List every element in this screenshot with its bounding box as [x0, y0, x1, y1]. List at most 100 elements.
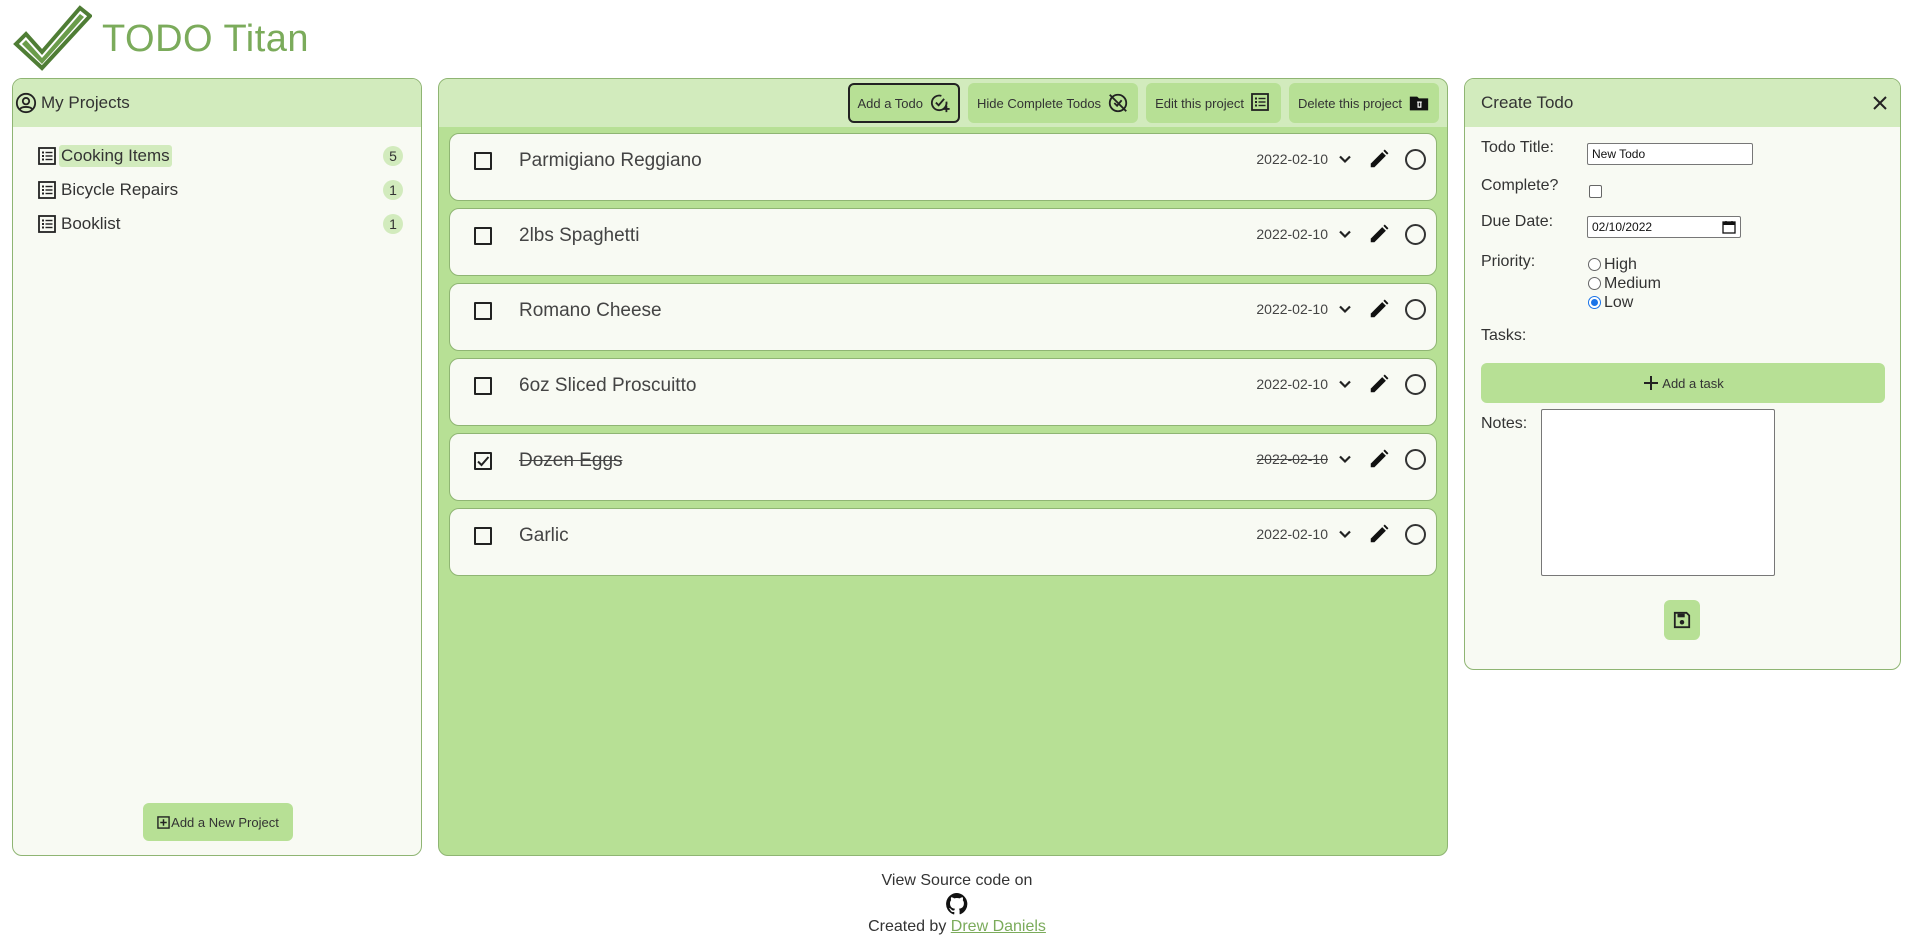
todo-title: Dozen Eggs [519, 450, 623, 471]
priority-radio-group: High Medium Low [1588, 255, 1661, 312]
todo-checkbox[interactable] [474, 227, 492, 245]
priority-option-high[interactable]: High [1588, 255, 1661, 274]
todo-item[interactable]: 6oz Sliced Proscuitto 2022-02-10 [449, 358, 1437, 426]
radio-button[interactable] [1588, 277, 1601, 290]
plus-square-icon [157, 815, 170, 829]
priority-option-medium[interactable]: Medium [1588, 274, 1661, 293]
project-item-bicycle-repairs[interactable]: Bicycle Repairs 1 [37, 173, 403, 207]
add-todo-button[interactable]: Add a Todo [848, 83, 960, 123]
notes-textarea[interactable] [1541, 409, 1775, 576]
hide-complete-label: Hide Complete Todos [977, 95, 1102, 111]
add-todo-label: Add a Todo [857, 95, 923, 111]
priority-indicator [1405, 148, 1426, 170]
calendar-icon[interactable] [1722, 220, 1736, 234]
priority-indicator [1405, 223, 1426, 245]
checkmark-icon [477, 456, 490, 467]
create-todo-title: Create Todo [1481, 93, 1574, 112]
projects-panel: My Projects Cooking Items 5 Bicycle Repa… [12, 78, 422, 856]
todo-item[interactable]: Garlic 2022-02-10 [449, 508, 1437, 576]
chevron-down-icon[interactable] [1336, 525, 1354, 543]
todo-controls: 2022-02-10 [1256, 448, 1426, 470]
created-by-label: Created by [868, 918, 947, 935]
priority-indicator [1405, 298, 1426, 320]
project-item-booklist[interactable]: Booklist 1 [37, 207, 403, 241]
chevron-down-icon[interactable] [1336, 150, 1354, 168]
todo-title: 6oz Sliced Proscuitto [519, 375, 697, 396]
todo-checkbox[interactable] [474, 527, 492, 545]
pencil-icon[interactable] [1368, 448, 1390, 470]
radio-button[interactable] [1588, 258, 1601, 271]
radio-button-selected[interactable] [1588, 296, 1601, 309]
chevron-down-icon[interactable] [1336, 450, 1354, 468]
todo-date: 2022-02-10 [1256, 151, 1328, 167]
pencil-icon[interactable] [1368, 298, 1390, 320]
notes-label: Notes: [1481, 415, 1528, 432]
create-todo-panel: Create Todo Todo Title: Complete? Due Da… [1464, 78, 1901, 670]
folder-delete-icon [1408, 92, 1430, 114]
save-button[interactable] [1664, 600, 1700, 640]
todo-checkbox[interactable] [474, 152, 492, 170]
todo-date: 2022-02-10 [1256, 451, 1328, 467]
footer: View Source code on Created by Drew Dani… [0, 870, 1914, 938]
todo-item[interactable]: Parmigiano Reggiano 2022-02-10 [449, 133, 1437, 201]
add-task-button[interactable]: Add a task [1481, 363, 1885, 403]
priority-option-label: High [1604, 255, 1637, 273]
list-edit-icon [1250, 92, 1272, 114]
delete-project-label: Delete this project [1297, 95, 1402, 111]
todo-date: 2022-02-10 [1256, 301, 1328, 317]
todo-item[interactable]: Romano Cheese 2022-02-10 [449, 283, 1437, 351]
projects-header: My Projects [13, 79, 421, 127]
pencil-icon[interactable] [1368, 223, 1390, 245]
todo-title-input[interactable] [1587, 143, 1753, 165]
pencil-icon[interactable] [1368, 373, 1390, 395]
todo-controls: 2022-02-10 [1256, 373, 1426, 395]
pencil-icon[interactable] [1368, 523, 1390, 545]
hide-check-icon [1107, 92, 1129, 114]
todo-checkbox[interactable] [474, 377, 492, 395]
save-icon [1673, 611, 1691, 629]
pencil-icon[interactable] [1368, 148, 1390, 170]
todo-item[interactable]: Dozen Eggs 2022-02-10 [449, 433, 1437, 501]
todo-controls: 2022-02-10 [1256, 148, 1426, 170]
priority-indicator [1405, 448, 1426, 470]
due-date-value: 02/10/2022 [1592, 220, 1653, 234]
due-date-input[interactable]: 02/10/2022 [1587, 216, 1741, 238]
hide-complete-button[interactable]: Hide Complete Todos [968, 83, 1139, 123]
checkmark-logo-icon [13, 5, 92, 71]
chevron-down-icon[interactable] [1336, 375, 1354, 393]
todo-controls: 2022-02-10 [1256, 523, 1426, 545]
edit-project-button[interactable]: Edit this project [1146, 83, 1281, 123]
priority-option-low[interactable]: Low [1588, 293, 1661, 312]
todo-controls: 2022-02-10 [1256, 223, 1426, 245]
todo-list: Parmigiano Reggiano 2022-02-10 2lbs Spag… [439, 127, 1447, 589]
project-count-badge: 1 [383, 214, 403, 234]
project-name: Bicycle Repairs [61, 180, 179, 199]
user-circle-icon [15, 92, 37, 114]
close-icon[interactable] [1870, 93, 1890, 113]
todo-checkbox[interactable] [474, 302, 492, 320]
todo-date: 2022-02-10 [1256, 526, 1328, 542]
todo-title: 2lbs Spaghetti [519, 225, 640, 246]
todo-controls: 2022-02-10 [1256, 298, 1426, 320]
chevron-down-icon[interactable] [1336, 300, 1354, 318]
todo-checkbox-checked[interactable] [474, 452, 492, 470]
delete-project-button[interactable]: Delete this project [1288, 83, 1439, 123]
todo-item[interactable]: 2lbs Spaghetti 2022-02-10 [449, 208, 1437, 276]
add-project-button[interactable]: Add a New Project [143, 803, 293, 841]
todo-title-label: Todo Title: [1481, 139, 1554, 156]
due-date-label: Due Date: [1481, 213, 1554, 230]
todo-date: 2022-02-10 [1256, 226, 1328, 242]
project-item-cooking-items[interactable]: Cooking Items 5 [37, 139, 403, 173]
app-title: TODO Titan [102, 17, 310, 60]
github-link[interactable] [0, 892, 1914, 916]
project-list: Cooking Items 5 Bicycle Repairs 1 Bookli… [13, 127, 421, 241]
todo-title: Parmigiano Reggiano [519, 150, 702, 171]
author-link[interactable]: Drew Daniels [951, 918, 1046, 935]
priority-option-label: Low [1604, 293, 1634, 311]
add-check-circle-icon [929, 92, 951, 114]
project-name: Cooking Items [59, 145, 172, 167]
complete-label: Complete? [1481, 177, 1559, 194]
app-logo: TODO Titan [12, 4, 309, 72]
chevron-down-icon[interactable] [1336, 225, 1354, 243]
complete-checkbox[interactable] [1589, 185, 1602, 198]
